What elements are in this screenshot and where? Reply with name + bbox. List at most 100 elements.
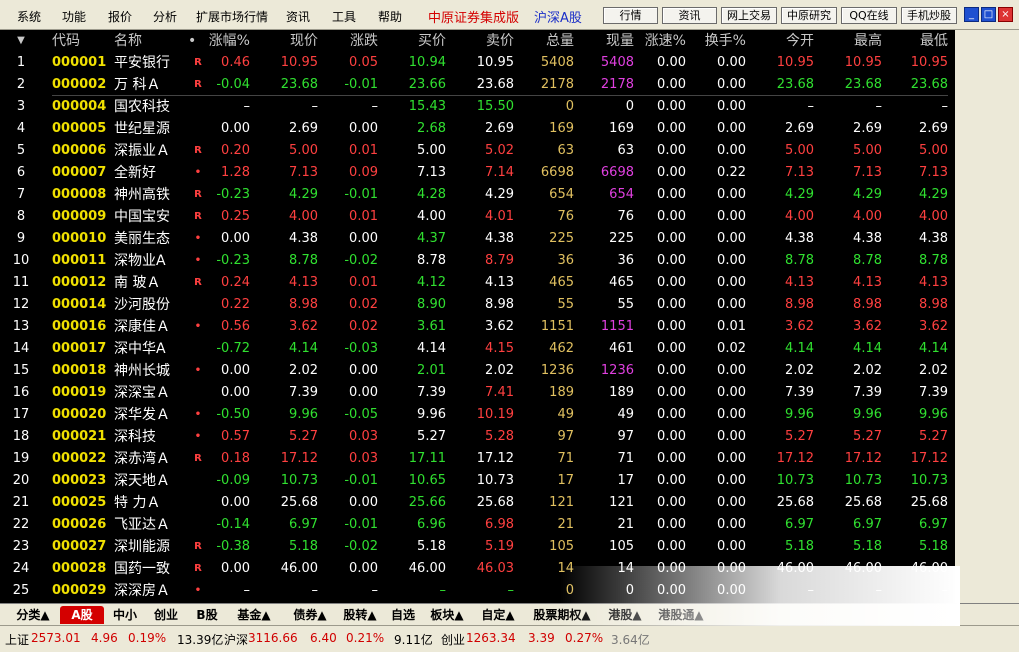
cell-price: 2.69 — [289, 121, 318, 136]
cell-open: 5.00 — [785, 143, 814, 158]
tab-8[interactable]: 自选 — [384, 606, 422, 624]
table-row[interactable]: 25 000029 深深房Ａ • – – – – – 0 0 0.00 0.00 – – – — [8, 580, 955, 602]
tab-0[interactable]: 分类▲ — [10, 606, 56, 624]
header-dot[interactable]: • — [188, 30, 208, 52]
cell-diff: -0.01 — [344, 517, 378, 532]
table-row[interactable]: 17 000020 深华发Ａ • -0.50 9.96 -0.05 9.96 10.19 49 49… — [8, 404, 955, 426]
table-row[interactable]: 20 000023 深天地Ａ -0.09 10.73 -0.01 10.65 10.73 17 1… — [8, 470, 955, 492]
table-row[interactable]: 7 000008 神州高铁 R -0.23 4.29 -0.01 4.28 4.29 654 654… — [8, 184, 955, 206]
table-row[interactable]: 24 000028 国药一致 R 0.00 46.00 0.00 46.00 46.03 14 14… — [8, 558, 955, 580]
tab-5[interactable]: 基金▲ — [228, 606, 280, 624]
quote-table[interactable]: ▼ 代码 名称 • 涨幅% 现价 涨跌 买价 卖价 总量 现量 涨速% 换手% 今开 最高 最低 1 00000… — [8, 30, 955, 603]
row-divider — [52, 95, 948, 96]
table-row[interactable]: 16 000019 深深宝Ａ 0.00 7.39 0.00 7.39 7.41 189 189 0.… — [8, 382, 955, 404]
tab-6[interactable]: 债券▲ — [282, 606, 338, 624]
table-row[interactable]: 21 000025 特 力Ａ 0.00 25.68 0.00 25.66 25.68 121 12… — [8, 492, 955, 514]
cell-high: 10.95 — [844, 55, 882, 70]
table-row[interactable]: 2 000002 万 科Ａ R -0.04 23.68 -0.01 23.66 23.68 217… — [8, 74, 955, 96]
table-row[interactable]: 14 000017 深中华A -0.72 4.14 -0.03 4.14 4.15 462 461… — [8, 338, 955, 360]
tab-1[interactable]: A股 — [60, 606, 104, 624]
header-high[interactable]: 最高 — [814, 30, 882, 52]
cell-diff: 0.02 — [349, 297, 378, 312]
header-price[interactable]: 现价 — [254, 30, 318, 52]
tab-7[interactable]: 股转▲ — [338, 606, 382, 624]
header-change[interactable]: 涨跌 — [318, 30, 378, 52]
table-row[interactable]: 10 000011 深物业A • -0.23 8.78 -0.02 8.78 8.79 36 36 0… — [8, 250, 955, 272]
table-row[interactable]: 22 000026 飞亚达Ａ -0.14 6.97 -0.01 6.96 6.98 21 21 0.… — [8, 514, 955, 536]
header-name[interactable]: 名称 — [114, 30, 186, 52]
header-bid[interactable]: 买价 — [378, 30, 446, 52]
header-ask[interactable]: 卖价 — [446, 30, 514, 52]
header-turnover[interactable]: 换手% — [686, 30, 746, 52]
tab-12[interactable]: 港股▲ — [600, 606, 650, 624]
cell-vol: 0 — [565, 583, 574, 598]
cell-high: 4.14 — [853, 341, 882, 356]
cell-spd: 0.00 — [657, 275, 686, 290]
header-current-volume[interactable]: 现量 — [574, 30, 634, 52]
table-row[interactable]: 19 000022 深赤湾Ａ R 0.18 17.12 0.03 17.11 17.12 71 71… — [8, 448, 955, 470]
cell-name: 深振业Ａ — [114, 143, 170, 159]
menu-function[interactable]: 功能 — [62, 8, 86, 25]
cell-vol: 2178 — [540, 77, 574, 92]
header-volume[interactable]: 总量 — [514, 30, 574, 52]
header-change-pct[interactable]: 涨幅% — [208, 30, 250, 52]
menu-extended-market[interactable]: 扩展市场行情 — [196, 8, 268, 25]
cell-turn: 0.00 — [717, 407, 746, 422]
table-row[interactable]: 18 000021 深科技 • 0.57 5.27 0.03 5.27 5.28 97 97 0.00… — [8, 426, 955, 448]
cell-spd: 0.00 — [657, 297, 686, 312]
table-row[interactable]: 8 000009 中国宝安 R 0.25 4.00 0.01 4.00 4.01 76 76 0.00… — [8, 206, 955, 228]
cell-n: 2 — [16, 77, 26, 92]
table-row[interactable]: 5 000006 深振业Ａ R 0.20 5.00 0.01 5.00 5.02 63 63 0.00… — [8, 140, 955, 162]
tab-10[interactable]: 自定▲ — [472, 606, 524, 624]
table-row[interactable]: 9 000010 美丽生态 • 0.00 4.38 0.00 4.37 4.38 225 225 0.… — [8, 228, 955, 250]
menu-analysis[interactable]: 分析 — [153, 8, 177, 25]
table-row[interactable]: 12 000014 沙河股份 0.22 8.98 0.02 8.90 8.98 55 55 0.00… — [8, 294, 955, 316]
cell-bid: 4.37 — [417, 231, 446, 246]
research-button[interactable]: 中原研究 — [781, 7, 837, 24]
tab-11[interactable]: 股票期权▲ — [526, 606, 598, 624]
cell-open: 2.69 — [785, 121, 814, 136]
news-button[interactable]: 资讯 — [662, 7, 717, 24]
header-speed[interactable]: 涨速% — [634, 30, 686, 52]
qq-online-button[interactable]: QQ在线 — [841, 7, 897, 24]
cell-cur: 0 — [625, 583, 634, 598]
table-row[interactable]: 13 000016 深康佳Ａ • 0.56 3.62 0.02 3.61 3.62 1151 115… — [8, 316, 955, 338]
sort-arrow-icon[interactable]: ▼ — [8, 30, 34, 52]
table-row[interactable]: 23 000027 深圳能源 R -0.38 5.18 -0.02 5.18 5.19 105 10… — [8, 536, 955, 558]
mobile-trading-button[interactable]: 手机炒股 — [901, 7, 957, 24]
cell-chg: -0.23 — [216, 253, 250, 268]
tab-2[interactable]: 中小 — [106, 606, 144, 624]
menu-quote[interactable]: 报价 — [108, 8, 132, 25]
close-icon[interactable]: × — [998, 7, 1013, 22]
header-code[interactable]: 代码 — [52, 30, 112, 52]
menu-tools[interactable]: 工具 — [332, 8, 356, 25]
table-row[interactable]: 1 000001 平安银行 R 0.46 10.95 0.05 10.94 10.95 5408 5… — [8, 52, 955, 74]
tab-4[interactable]: B股 — [188, 606, 226, 624]
menu-system[interactable]: 系统 — [17, 8, 41, 25]
table-row[interactable]: 3 000004 国农科技 – – – 15.43 15.50 0 0 0.00 0.00 – – – — [8, 96, 955, 118]
table-row[interactable]: 4 000005 世纪星源 0.00 2.69 0.00 2.68 2.69 169 169 0.0… — [8, 118, 955, 140]
header-open[interactable]: 今开 — [746, 30, 814, 52]
menu-bar: 系统 功能 报价 分析 扩展市场行情 资讯 工具 帮助 中原证券集成版 沪深A股… — [0, 0, 1019, 30]
header-low[interactable]: 最低 — [882, 30, 948, 52]
cell-open: 9.96 — [785, 407, 814, 422]
table-row[interactable]: 15 000018 神州长城 • 0.00 2.02 0.00 2.01 2.02 1236 123… — [8, 360, 955, 382]
cell-open: 25.68 — [776, 495, 814, 510]
cell-diff: 0.05 — [349, 55, 378, 70]
cell-price: 5.18 — [289, 539, 318, 554]
menu-help[interactable]: 帮助 — [378, 8, 402, 25]
maximize-icon[interactable]: □ — [981, 7, 996, 22]
menu-news[interactable]: 资讯 — [286, 8, 310, 25]
cell-spd: 0.00 — [657, 231, 686, 246]
table-row[interactable]: 6 000007 全新好 • 1.28 7.13 0.09 7.13 7.14 6698 6698 0… — [8, 162, 955, 184]
minimize-icon[interactable]: _ — [964, 7, 979, 22]
quotes-button[interactable]: 行情 — [603, 7, 658, 24]
cell-diff: 0.00 — [349, 121, 378, 136]
tab-13[interactable]: 港股通▲ — [652, 606, 710, 624]
online-trading-button[interactable]: 网上交易 — [721, 7, 777, 24]
tab-3[interactable]: 创业 — [146, 606, 186, 624]
tab-9[interactable]: 板块▲ — [424, 606, 470, 624]
cell-diff: -0.02 — [344, 253, 378, 268]
cell-open: 2.02 — [785, 363, 814, 378]
table-row[interactable]: 11 000012 南 玻Ａ R 0.24 4.13 0.01 4.12 4.13 465 465 0… — [8, 272, 955, 294]
